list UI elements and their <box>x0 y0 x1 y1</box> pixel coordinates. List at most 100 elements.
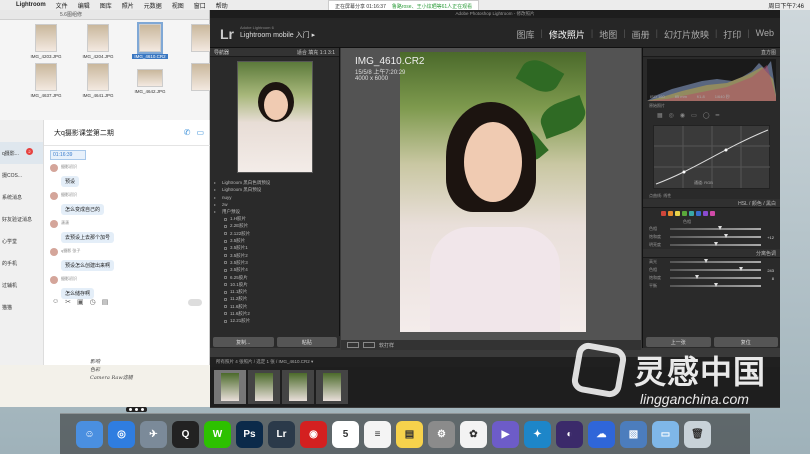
message-bubble[interactable]: 去预设上去那个加号 <box>61 232 115 243</box>
yellow-swatch[interactable] <box>675 211 680 216</box>
imovie-icon[interactable]: ▶ <box>492 420 519 448</box>
preset-folder[interactable]: ▸ Lightroom 黑白色调预设 <box>214 179 335 186</box>
preset-item[interactable]: 3.5胶片4 <box>214 267 335 274</box>
lightroom-mobile-link[interactable]: Lightroom mobile 入门 ▸ <box>240 30 315 40</box>
chat-conversation-item[interactable]: 猫猫 <box>0 296 43 318</box>
tone-curve[interactable]: 通道: RGB <box>653 125 770 189</box>
finder-thumbnail[interactable]: IMG_4641.JPG <box>78 63 118 98</box>
preset-item[interactable]: 3.5胶片1 <box>214 245 335 252</box>
photo-canvas[interactable]: IMG_4610.CR2 15/5/8 上午7:20:29 4000 x 600… <box>341 48 641 348</box>
green-swatch[interactable] <box>682 211 687 216</box>
slider-track[interactable] <box>670 242 761 246</box>
history-icon[interactable]: ◷ <box>90 298 96 306</box>
video-call-icon[interactable]: ▭ <box>196 128 204 137</box>
module-6[interactable]: Web <box>756 28 774 41</box>
bird-icon[interactable]: ✦ <box>524 420 551 448</box>
menu-item-edit[interactable]: 编辑 <box>78 1 90 10</box>
module-5[interactable]: 打印 <box>723 28 741 41</box>
orange-swatch[interactable] <box>668 211 673 216</box>
navigator-zoom[interactable]: 适合 填充 1:1 3:1 <box>297 49 335 56</box>
preview-icon[interactable]: ▧ <box>620 420 647 448</box>
trash-icon[interactable]: 🗑 <box>684 420 711 448</box>
preset-item[interactable]: 3.5胶片2 <box>214 252 335 259</box>
adjustment-slider[interactable]: 饱和度 8 <box>643 274 780 282</box>
preset-item[interactable]: 3.5胶片3 <box>214 259 335 266</box>
preset-item[interactable]: 11.2胶片 <box>214 296 335 303</box>
menu-item-help[interactable]: 帮助 <box>216 1 228 10</box>
chat-conversation-item[interactable]: q摄影... 2 <box>0 142 43 164</box>
preset-folder[interactable]: ▸ 用户预设 <box>214 208 335 215</box>
menu-item-file[interactable]: 文件 <box>56 1 68 10</box>
emoji-icon[interactable]: ☺ <box>52 298 59 306</box>
chat-conversation-item[interactable]: 心学堂 <box>0 230 43 252</box>
photos-icon[interactable]: ✿ <box>460 420 487 448</box>
histogram[interactable]: ISO 160 85 mm f/1.8 1/640 秒 <box>647 59 776 101</box>
slider-knob[interactable] <box>724 234 729 238</box>
module-1[interactable]: 修改照片 <box>549 28 585 41</box>
module-0[interactable]: 图库 <box>517 28 535 41</box>
disclosure-triangle-icon[interactable]: ▸ <box>214 187 219 192</box>
finder-thumbnail[interactable]: IMG_4204.JPG <box>78 24 118 59</box>
finder-thumbnail[interactable]: IMG_4203.JPG <box>26 24 66 59</box>
graduated-filter-icon[interactable]: ▭ <box>691 112 697 119</box>
preset-item[interactable]: 12.21胶片 <box>214 318 335 325</box>
notes-icon[interactable]: ▤ <box>396 420 423 448</box>
file-icon[interactable]: ▤ <box>102 298 109 306</box>
phone-icon[interactable]: ✆ <box>184 128 191 137</box>
wechat-icon[interactable]: W <box>204 420 231 448</box>
settings-icon[interactable]: ⚙ <box>428 420 455 448</box>
slider-value[interactable]: +12 <box>764 235 774 240</box>
image-icon[interactable]: ▣ <box>77 298 84 306</box>
filmstrip-label[interactable]: 所有照片 4 张照片 / 选定 1 张 / IMG_4610.CR2 ▾ <box>216 359 313 365</box>
scissors-icon[interactable]: ✂ <box>65 298 71 306</box>
slider-value[interactable]: 8 <box>764 276 774 281</box>
slider-track[interactable] <box>670 226 761 230</box>
slider-track[interactable] <box>670 267 761 271</box>
filmstrip-thumbnail[interactable] <box>214 370 246 404</box>
disclosure-triangle-icon[interactable]: ▸ <box>214 180 219 185</box>
navigator-header[interactable]: 导航器 适合 填充 1:1 3:1 <box>210 48 339 57</box>
folder-icon[interactable]: ▭ <box>652 420 679 448</box>
finder-thumbnail[interactable]: IMG_4642.JPG <box>130 63 170 98</box>
preset-item[interactable]: 11.6胶片 <box>214 303 335 310</box>
avatar[interactable] <box>50 276 58 284</box>
filmstrip-thumbnail[interactable] <box>316 370 348 404</box>
filmstrip-thumbnail[interactable] <box>282 370 314 404</box>
video-icon[interactable]: ◐ <box>556 420 583 448</box>
slider-track[interactable] <box>670 259 761 263</box>
reminders-icon[interactable]: ≡ <box>364 420 391 448</box>
blue-swatch[interactable] <box>696 211 701 216</box>
slider-value[interactable]: 243 <box>764 268 774 273</box>
paste-button[interactable]: 粘贴 <box>276 337 337 347</box>
finder-thumbnail[interactable]: IMG_4610.CR2 <box>130 22 170 59</box>
radial-filter-icon[interactable]: ◯ <box>703 112 710 119</box>
chat-conversation-item[interactable]: 过辅机 <box>0 274 43 296</box>
slider-knob[interactable] <box>738 267 743 271</box>
chat-toggle[interactable] <box>188 299 202 306</box>
slider-knob[interactable] <box>695 275 700 279</box>
menu-item-window[interactable]: 窗口 <box>194 1 206 10</box>
module-3[interactable]: 画册 <box>632 28 650 41</box>
safari-icon[interactable]: ◎ <box>108 420 135 448</box>
module-4[interactable]: 幻灯片放映 <box>664 28 709 41</box>
avatar[interactable] <box>50 220 58 228</box>
slider-knob[interactable] <box>713 242 718 246</box>
slider-track[interactable] <box>670 275 761 279</box>
adjustment-slider[interactable]: 色相 243 <box>643 266 780 274</box>
module-2[interactable]: 地图 <box>599 28 617 41</box>
hsl-header[interactable]: HSL / 颜色 / 黑白 <box>643 199 780 208</box>
slider-track[interactable] <box>670 234 761 238</box>
chat-conversation-item[interactable] <box>0 120 43 142</box>
compare-view-button[interactable] <box>363 342 375 348</box>
preset-item[interactable]: 2.122胶片 <box>214 230 335 237</box>
preset-item[interactable]: 1.H胶片 <box>214 215 335 222</box>
preset-item[interactable]: 11.1胶片 <box>214 288 335 295</box>
netease-icon[interactable]: ◉ <box>300 420 327 448</box>
preset-item[interactable]: 10.1胶片 <box>214 281 335 288</box>
crop-icon[interactable]: ▦ <box>657 112 663 119</box>
preset-folder[interactable]: ▸ Lightroom 黑白预设 <box>214 186 335 193</box>
adjustment-slider[interactable]: 饱和度 +12 <box>643 233 780 241</box>
slider-track[interactable] <box>670 283 761 287</box>
lightroom-icon[interactable]: Lr <box>268 420 295 448</box>
menu-item-photo[interactable]: 照片 <box>122 1 134 10</box>
